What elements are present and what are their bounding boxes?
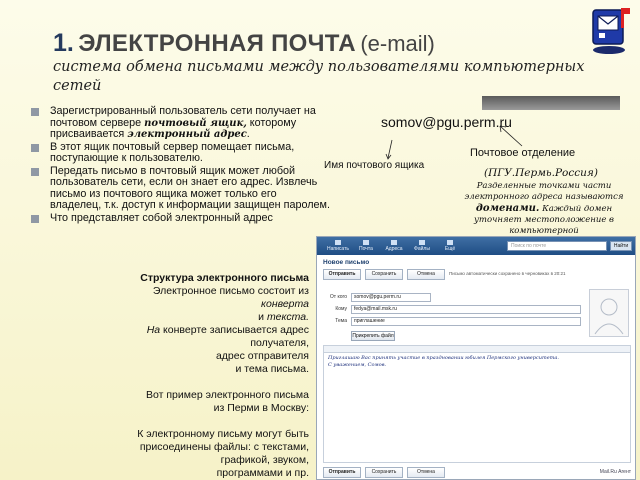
agent-footer: Mail.Ru Агент [599, 469, 631, 475]
save-button[interactable]: Сохранить [365, 269, 403, 280]
mailbox-logo-icon [592, 8, 630, 54]
structure-heading: Структура электронного письма [140, 272, 309, 284]
avatar [589, 289, 629, 337]
domain-example-label: (ПГУ.Пермь.Россия) [484, 167, 598, 179]
cancel-button[interactable]: Отмена [407, 269, 445, 280]
mailbox-name-label: Имя почтового ящика [324, 160, 425, 171]
attach-file-button[interactable]: Прикрепить файл [351, 331, 395, 341]
post-office-label: Почтовое отделение [470, 147, 576, 159]
to-row: Кому fedya@mail.msk.ru [327, 305, 587, 315]
subject-field[interactable]: приглашение [351, 317, 581, 326]
tab-mail[interactable]: Почта [353, 239, 379, 253]
save-button-bottom[interactable]: Сохранить [365, 467, 403, 478]
format-toolbar [323, 345, 631, 353]
autosave-note: Письмо автоматически сохранено в чернови… [449, 271, 566, 276]
from-field[interactable]: somov@pgu.perm.ru [351, 293, 431, 302]
subject-row: Тема приглашение [327, 317, 587, 327]
bullet-item: Зарегистрированный пользователь сети пол… [30, 105, 330, 141]
tab-files[interactable]: Файлы [409, 239, 435, 253]
bottom-toolbar: Отправить Сохранить Отмена [323, 467, 631, 478]
client-top-bar: Написать Почта Адреса Файлы Ещё Поиск по… [317, 237, 635, 255]
send-button[interactable]: Отправить [323, 269, 361, 280]
domain-description: Разделенные точками части электронного а… [464, 181, 624, 236]
avatar-silhouette-icon [594, 298, 624, 335]
title-number: 1. [53, 29, 74, 57]
from-row: От кого somov@pgu.perm.ru [327, 293, 587, 303]
bullet-list: Зарегистрированный пользователь сети пол… [30, 105, 330, 225]
send-button-bottom[interactable]: Отправить [323, 467, 361, 478]
tab-more[interactable]: Ещё [437, 239, 463, 253]
bullet-item: В этот ящик почтовый сервер помещает пис… [30, 141, 330, 165]
slide-title: 1. ЭЛЕКТРОННАЯ ПОЧТА (e-mail) [53, 28, 593, 62]
title-main: ЭЛЕКТРОННАЯ ПОЧТА [78, 30, 356, 57]
search-button[interactable]: Найти [610, 241, 632, 251]
title-underline-bar [482, 96, 620, 110]
compose-heading: Новое письмо [323, 259, 370, 266]
bullet-item: Передать письмо в почтовый ящик может лю… [30, 165, 330, 212]
email-client-screenshot: Написать Почта Адреса Файлы Ещё Поиск по… [316, 236, 636, 480]
to-field[interactable]: fedya@mail.msk.ru [351, 305, 581, 314]
bullet-item: Что представляет собой электронный адрес [30, 212, 330, 225]
message-body[interactable]: Приглашаю Вас принять участие в празднов… [323, 353, 631, 463]
tab-addresses[interactable]: Адреса [381, 239, 407, 253]
cancel-button-bottom[interactable]: Отмена [407, 467, 445, 478]
tab-compose[interactable]: Написать [325, 239, 351, 253]
letter-structure-text: Структура электронного письма Электронно… [104, 272, 309, 480]
slide-subtitle: система обмена письмами между пользовате… [53, 59, 585, 94]
search-input[interactable]: Поиск по почте [507, 241, 607, 251]
example-email-address: somov@pgu.perm.ru [381, 114, 512, 130]
title-latin: (e-mail) [360, 31, 435, 56]
